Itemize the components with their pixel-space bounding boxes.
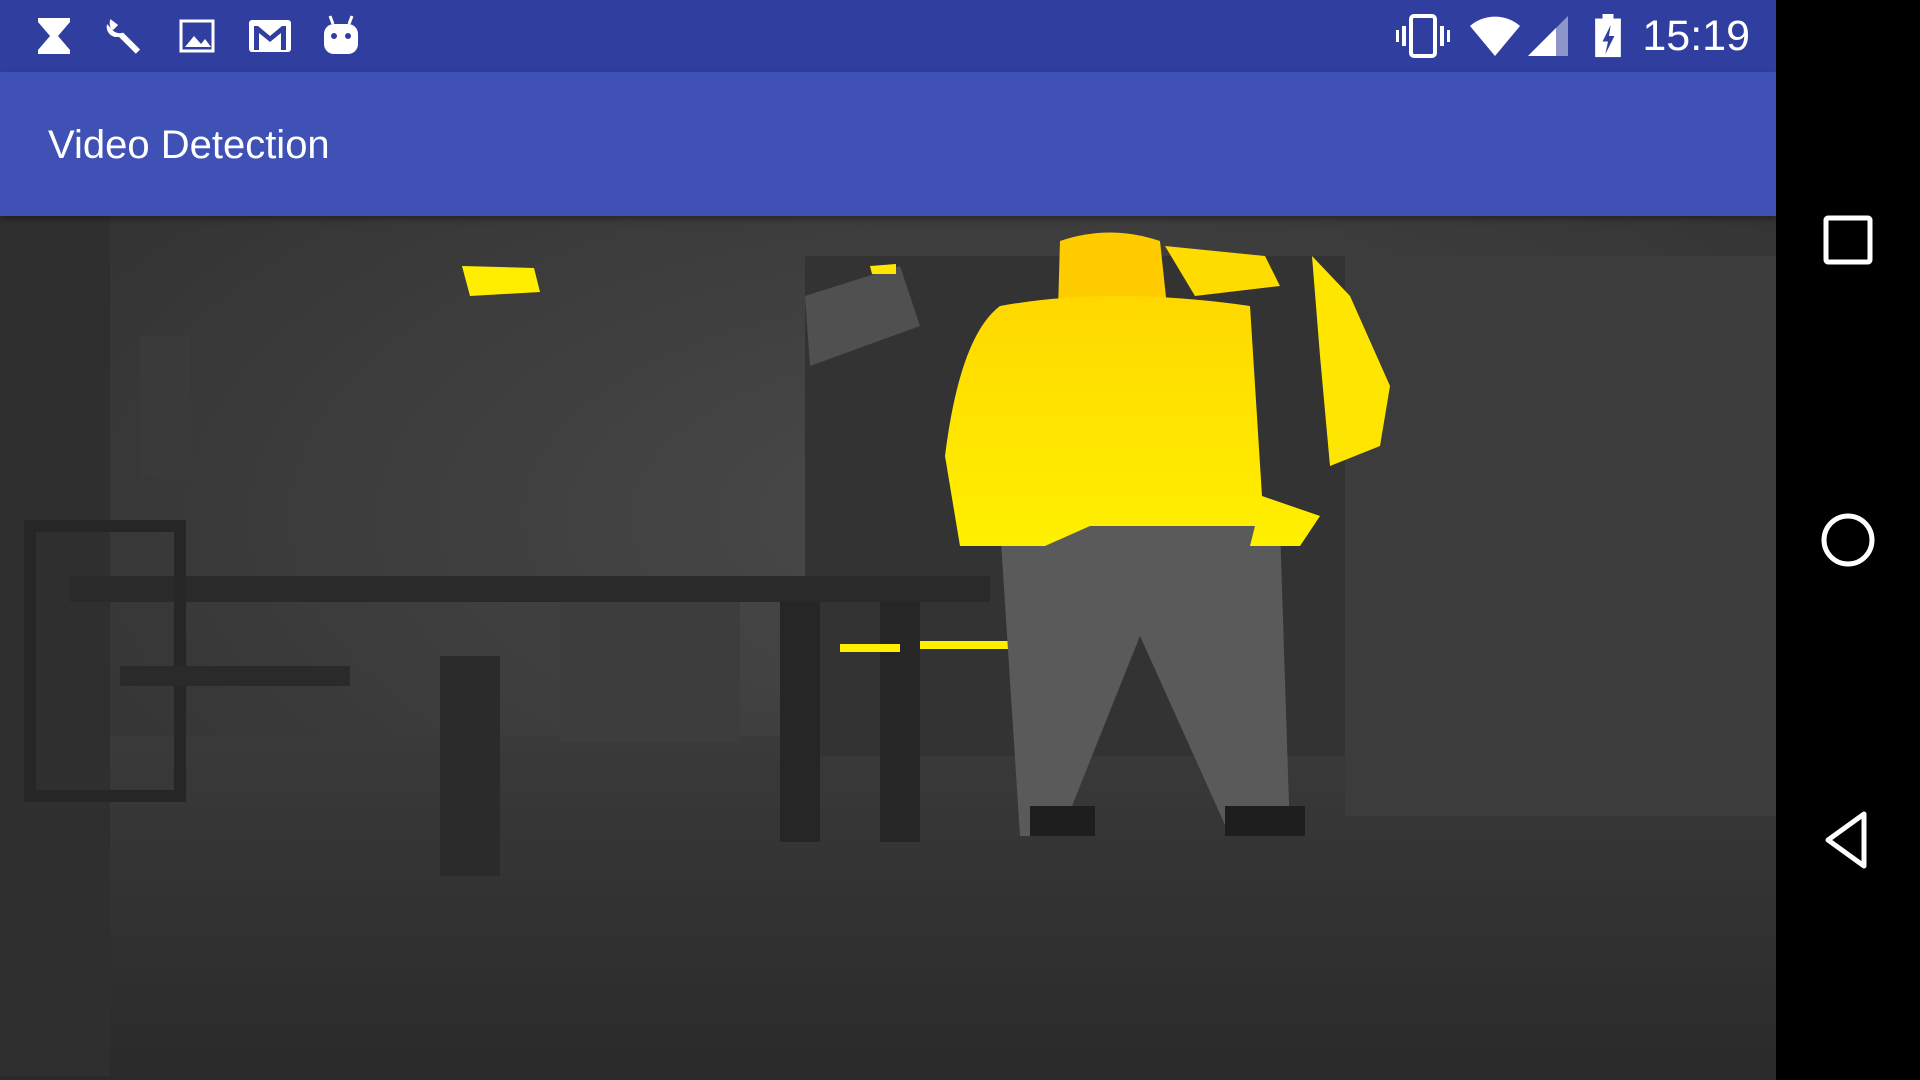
gmail-icon [249, 20, 291, 52]
back-icon[interactable] [1812, 804, 1884, 876]
page-title: Video Detection [48, 123, 330, 167]
heat-spot [840, 644, 900, 652]
table-base [560, 602, 740, 742]
image-icon [179, 19, 215, 53]
nav-bar [1776, 0, 1920, 1080]
table-top [70, 576, 990, 602]
thermal-video-frame [0, 216, 1776, 1080]
wifi-icon [1470, 16, 1520, 56]
left-wall [0, 216, 110, 1076]
status-bar: 15:19 [0, 0, 1776, 72]
heat-spot [920, 641, 1010, 649]
right-wall [1345, 256, 1776, 816]
status-time: 15:19 [1642, 12, 1750, 60]
vibrate-icon [1396, 14, 1450, 58]
app-bar: Video Detection [0, 72, 1776, 216]
person-shoe [1225, 806, 1305, 836]
wrench-icon [106, 19, 141, 54]
recents-icon[interactable] [1812, 204, 1884, 276]
hourglass-icon [38, 18, 70, 54]
battery-charging-icon [1595, 14, 1621, 58]
wall-panel [140, 336, 190, 476]
video-view[interactable] [0, 216, 1776, 1080]
chair-seat [120, 666, 350, 686]
person-shoe [1030, 806, 1095, 836]
home-icon[interactable] [1812, 504, 1884, 576]
android-icon [324, 15, 358, 54]
table-leg [780, 602, 820, 842]
chair-back [440, 656, 500, 876]
table-leg [880, 602, 920, 842]
heat-spot [462, 266, 540, 296]
cell-signal-icon [1528, 16, 1568, 56]
